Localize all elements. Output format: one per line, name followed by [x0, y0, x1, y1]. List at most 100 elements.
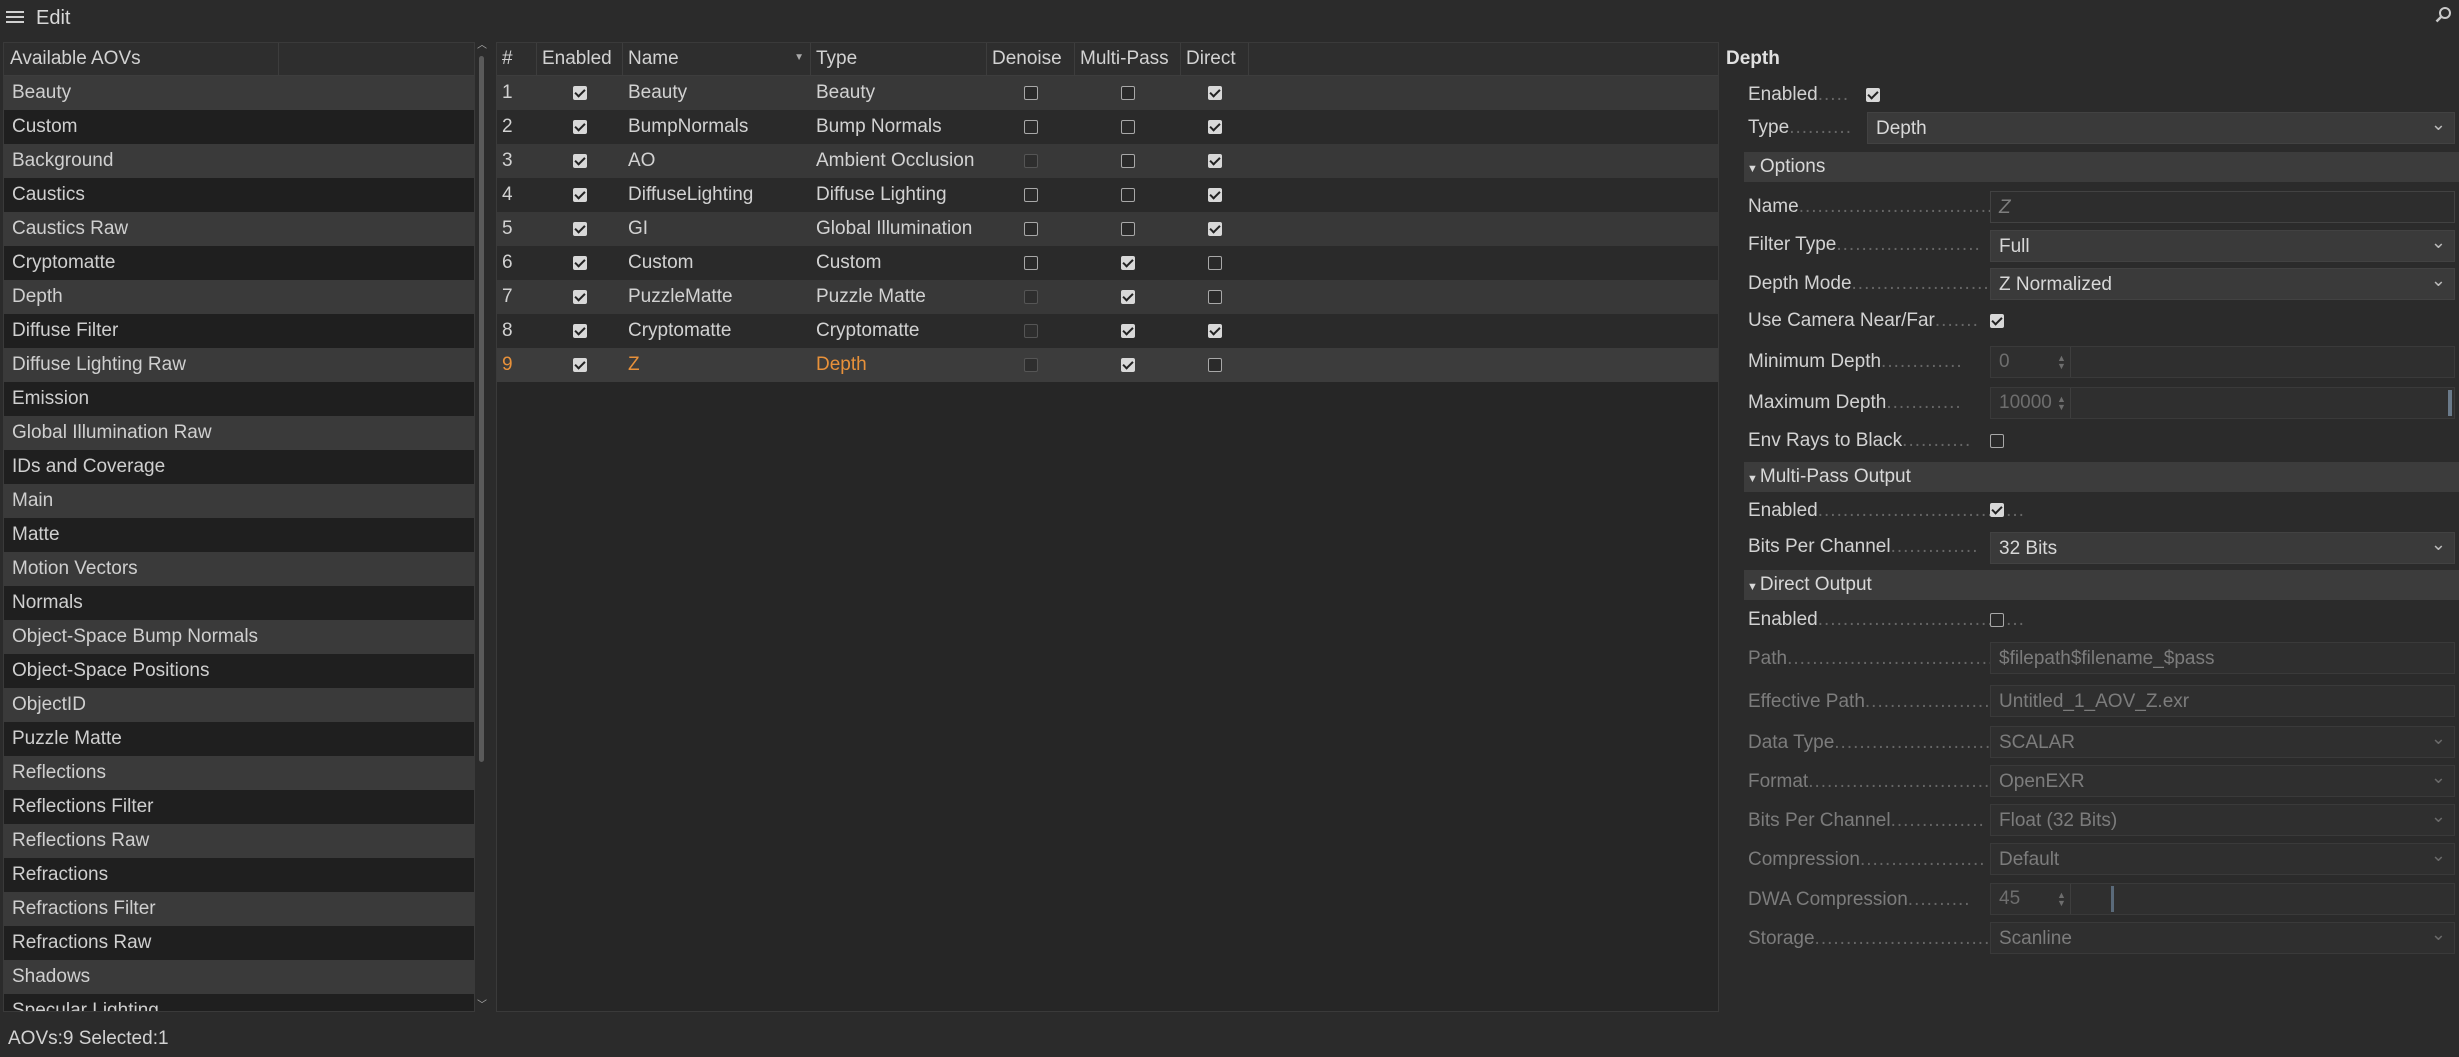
do-enabled-checkbox[interactable] — [1990, 613, 2004, 627]
aov-name[interactable]: AO — [623, 144, 811, 178]
direct-checkbox[interactable] — [1208, 188, 1222, 202]
multi-pass-checkbox[interactable] — [1121, 358, 1135, 372]
use-camera-near-far-checkbox[interactable] — [1990, 314, 2004, 328]
table-row[interactable]: 6 Custom Custom — [497, 246, 1718, 280]
aov-name[interactable]: BumpNormals — [623, 110, 811, 144]
do-bits-per-channel-select[interactable]: Float (32 Bits) — [1990, 800, 2455, 836]
aov-list-item[interactable]: Caustics Raw — [4, 212, 474, 246]
direct-checkbox[interactable] — [1208, 120, 1222, 134]
multi-pass-output-section-header[interactable]: ▼ Multi-Pass Output — [1744, 462, 2459, 492]
enabled-checkbox[interactable] — [1866, 88, 1880, 102]
available-aovs-scrollbar[interactable]: ︿ ﹀ — [476, 41, 488, 1011]
spinner-icon[interactable]: ▲ ▼ — [2057, 354, 2066, 371]
aov-list-item[interactable]: Caustics — [4, 178, 474, 212]
mp-bits-per-channel-select[interactable]: 32 Bits — [1990, 528, 2455, 564]
enabled-checkbox[interactable] — [573, 358, 587, 372]
table-row[interactable]: 3 AO Ambient Occlusion — [497, 144, 1718, 178]
aov-list-item[interactable]: Custom — [4, 110, 474, 144]
multi-pass-checkbox[interactable] — [1121, 324, 1135, 338]
hamburger-menu-icon[interactable] — [6, 9, 24, 27]
direct-checkbox[interactable] — [1208, 256, 1222, 270]
column-header-enabled[interactable]: Enabled — [537, 43, 623, 75]
type-select[interactable]: Depth — [1867, 108, 2455, 144]
column-header-index[interactable]: # — [497, 43, 537, 75]
denoise-checkbox[interactable] — [1024, 188, 1038, 202]
aov-list-item[interactable]: Depth — [4, 280, 474, 314]
maximum-depth-field[interactable]: 10000 ▲ ▼ — [1990, 387, 2455, 419]
minimum-depth-field[interactable]: 0 ▲ ▼ — [1990, 346, 2455, 378]
direct-checkbox[interactable] — [1208, 358, 1222, 372]
multi-pass-checkbox[interactable] — [1121, 290, 1135, 304]
multi-pass-checkbox[interactable] — [1121, 188, 1135, 202]
aov-list-item[interactable]: IDs and Coverage — [4, 450, 474, 484]
aov-list-item[interactable]: Beauty — [4, 76, 474, 110]
aov-list-item[interactable]: Diffuse Lighting Raw — [4, 348, 474, 382]
column-header-type[interactable]: Type — [811, 43, 987, 75]
aov-list-item[interactable]: Cryptomatte — [4, 246, 474, 280]
aov-list-item[interactable]: Emission — [4, 382, 474, 416]
enabled-checkbox[interactable] — [573, 324, 587, 338]
aov-list-item[interactable]: Puzzle Matte — [4, 722, 474, 756]
aov-name[interactable]: Custom — [623, 246, 811, 280]
direct-output-section-header[interactable]: ▼ Direct Output — [1744, 570, 2459, 600]
edit-menu[interactable]: Edit — [36, 7, 70, 30]
aov-list-item[interactable]: Object-Space Bump Normals — [4, 620, 474, 654]
aov-list-item[interactable]: Main — [4, 484, 474, 518]
direct-checkbox[interactable] — [1208, 154, 1222, 168]
column-header-name[interactable]: Name ▼ — [623, 43, 811, 75]
aov-list-item[interactable]: Background — [4, 144, 474, 178]
aov-list-item[interactable]: Reflections Raw — [4, 824, 474, 858]
multi-pass-checkbox[interactable] — [1121, 256, 1135, 270]
enabled-checkbox[interactable] — [573, 188, 587, 202]
aov-list-item[interactable]: ObjectID — [4, 688, 474, 722]
column-header-denoise[interactable]: Denoise — [987, 43, 1075, 75]
aov-list-item[interactable]: Normals — [4, 586, 474, 620]
filter-type-select[interactable]: Full — [1990, 226, 2455, 262]
aov-list-item[interactable]: Global Illumination Raw — [4, 416, 474, 450]
aov-list-item[interactable]: Shadows — [4, 960, 474, 994]
options-section-header[interactable]: ▼ Options — [1744, 152, 2459, 182]
env-rays-to-black-checkbox[interactable] — [1990, 434, 2004, 448]
storage-select[interactable]: Scanline — [1990, 918, 2455, 954]
aov-list-item[interactable]: Motion Vectors — [4, 552, 474, 586]
depth-mode-select[interactable]: Z Normalized — [1990, 264, 2455, 300]
table-row[interactable]: 2 BumpNormals Bump Normals — [497, 110, 1718, 144]
enabled-checkbox[interactable] — [573, 154, 587, 168]
spinner-icon[interactable]: ▲ ▼ — [2057, 891, 2066, 908]
enabled-checkbox[interactable] — [573, 256, 587, 270]
multi-pass-checkbox[interactable] — [1121, 86, 1135, 100]
data-type-select[interactable]: SCALAR — [1990, 722, 2455, 758]
spinner-icon[interactable]: ▲ ▼ — [2057, 395, 2066, 412]
direct-checkbox[interactable] — [1208, 290, 1222, 304]
aov-name[interactable]: PuzzleMatte — [623, 280, 811, 314]
aov-name[interactable]: Cryptomatte — [623, 314, 811, 348]
aov-name[interactable]: Beauty — [623, 76, 811, 110]
multi-pass-checkbox[interactable] — [1121, 154, 1135, 168]
direct-checkbox[interactable] — [1208, 86, 1222, 100]
path-input[interactable]: $filepath$filename_$pass — [1990, 642, 2455, 674]
enabled-checkbox[interactable] — [573, 290, 587, 304]
aov-list-item[interactable]: Diffuse Filter — [4, 314, 474, 348]
enabled-checkbox[interactable] — [573, 86, 587, 100]
scroll-up-icon[interactable]: ︿ — [477, 41, 487, 51]
format-select[interactable]: OpenEXR — [1990, 761, 2455, 797]
denoise-checkbox[interactable] — [1024, 120, 1038, 134]
aov-list-item[interactable]: Refractions — [4, 858, 474, 892]
aov-list-item[interactable]: Reflections — [4, 756, 474, 790]
table-row[interactable]: 1 Beauty Beauty — [497, 76, 1718, 110]
aov-list-item[interactable]: Reflections Filter — [4, 790, 474, 824]
denoise-checkbox[interactable] — [1024, 222, 1038, 236]
denoise-checkbox[interactable] — [1024, 256, 1038, 270]
multi-pass-checkbox[interactable] — [1121, 120, 1135, 134]
aov-name[interactable]: DiffuseLighting — [623, 178, 811, 212]
dwa-compression-field[interactable]: 45 ▲ ▼ — [1990, 883, 2455, 915]
enabled-checkbox[interactable] — [573, 222, 587, 236]
scrollbar-thumb[interactable] — [479, 56, 484, 762]
table-row[interactable]: 7 PuzzleMatte Puzzle Matte — [497, 280, 1718, 314]
search-icon[interactable] — [2435, 6, 2453, 24]
multi-pass-checkbox[interactable] — [1121, 222, 1135, 236]
column-header-multi-pass[interactable]: Multi-Pass — [1075, 43, 1181, 75]
aov-name[interactable]: Z — [623, 348, 811, 382]
aov-list-item[interactable]: Refractions Raw — [4, 926, 474, 960]
compression-select[interactable]: Default — [1990, 839, 2455, 875]
